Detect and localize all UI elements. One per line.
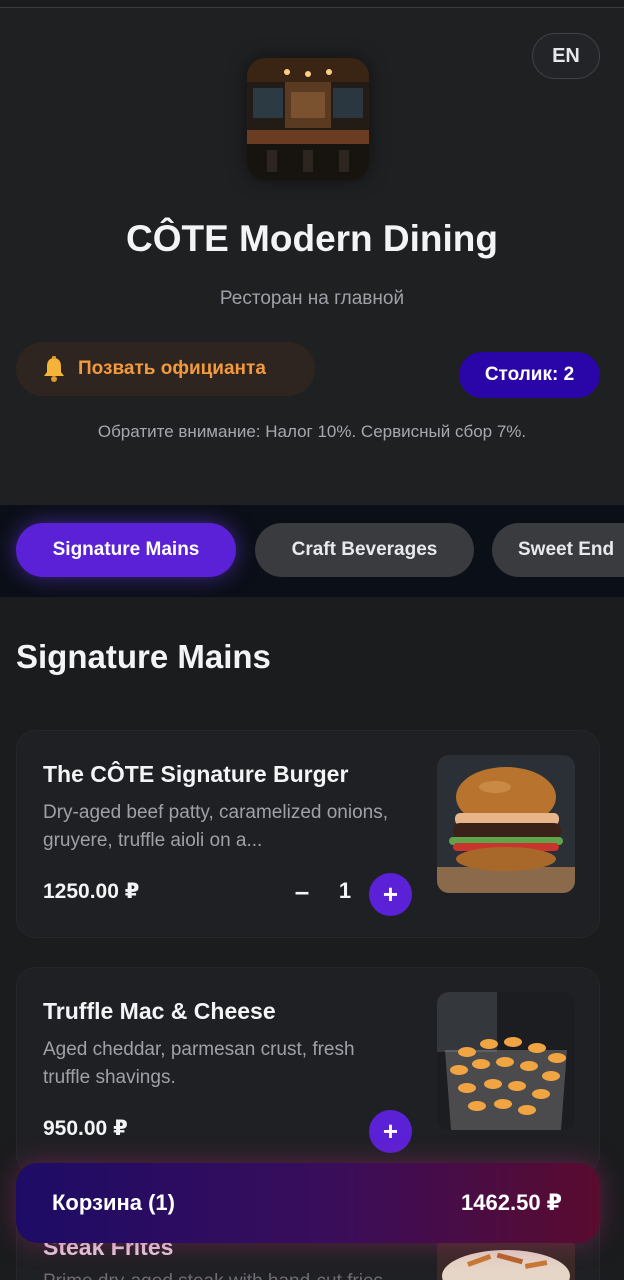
restaurant-subtitle: Ресторан на главной [219,288,405,309]
item-price: 950.00 ₽ [43,1117,128,1140]
decrease-quantity-button[interactable]: – [287,876,317,906]
tab-signature-mains[interactable]: Signature Mains [16,523,236,577]
cart-total: 1462.50 ₽ [461,1190,562,1215]
item-price: 1250.00 ₽ [43,880,140,903]
tab-sweet-end[interactable]: Sweet End [492,523,624,577]
item-quantity: 1 [338,878,352,903]
top-divider [0,0,624,8]
item-description: Aged cheddar, parmesan crust, fresh truf… [43,1039,355,1088]
menu-item-card[interactable]: The CÔTE Signature Burger Dry-aged beef … [16,730,600,938]
item-description: Dry-aged beef patty, caramelized onions,… [43,802,388,851]
add-to-cart-button[interactable]: + [369,1110,412,1153]
item-name: Truffle Mac & Cheese [43,998,276,1024]
tax-notice: Обратите внимание: Налог 10%. Сервисный … [97,422,527,441]
increase-quantity-button[interactable]: + [369,873,412,916]
category-tabs: Signature Mains Craft Beverages Sweet En… [0,505,624,597]
menu-item-card[interactable]: Truffle Mac & Cheese Aged cheddar, parme… [16,967,600,1175]
call-waiter-button[interactable]: Позвать официанта [16,342,315,396]
section-title: Signature Mains [16,638,271,675]
call-waiter-label: Позвать официанта [78,358,266,379]
burger-image [437,755,575,893]
cart-bar[interactable]: Корзина (1) 1462.50 ₽ [16,1163,600,1243]
cart-label: Корзина (1) [52,1190,175,1215]
language-button[interactable]: EN [532,33,600,79]
tab-craft-beverages[interactable]: Craft Beverages [255,523,474,577]
restaurant-name: CÔTE Modern Dining [125,218,499,259]
menu-page: EN CÔTE Modern Dining Ресторан на главно [0,0,624,1280]
item-name: The CÔTE Signature Burger [43,761,349,787]
restaurant-interior-image [247,58,369,180]
item-description: Prime dry-aged steak with hand-cut fries… [43,1268,403,1280]
restaurant-header: EN CÔTE Modern Dining Ресторан на главно [0,8,624,505]
restaurant-logo [247,58,369,180]
bell-icon [38,353,70,385]
table-number-badge: Столик: 2 [459,352,600,398]
mac-and-cheese-image [437,992,575,1130]
